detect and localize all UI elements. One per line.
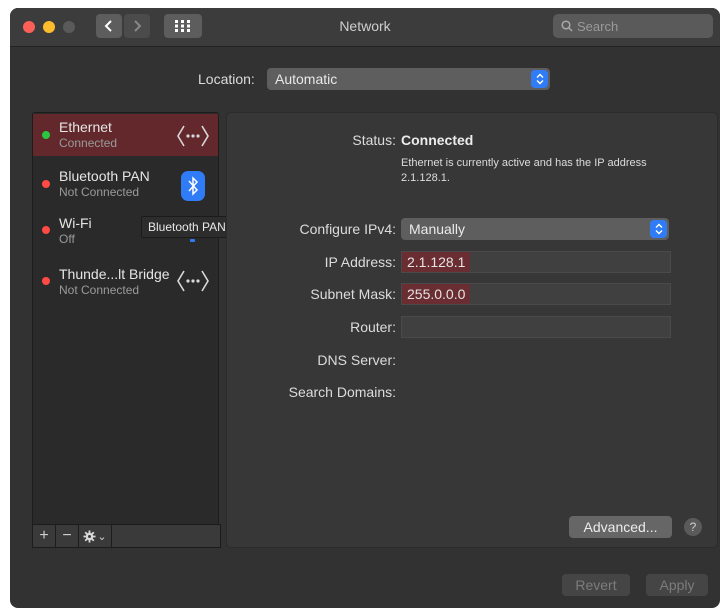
service-item-bluetooth-pan[interactable]: Bluetooth PAN Not Connected [33,163,218,213]
location-select[interactable]: Automatic [267,68,550,90]
minus-icon: − [62,527,72,544]
revert-button[interactable]: Revert [562,574,630,596]
status-dot-not-connected [42,180,50,188]
subnet-mask-value: 255.0.0.0 [402,284,471,304]
location-value: Automatic [275,71,338,87]
bluetooth-icon [181,171,205,201]
service-item-ethernet[interactable]: Ethernet Connected [33,114,218,156]
service-status: Off [59,232,75,246]
status-label: Status: [352,132,396,148]
select-stepper-icon [531,70,548,88]
search-placeholder: Search [577,18,619,34]
help-button[interactable]: ? [684,518,702,536]
search-field[interactable]: Search [553,14,713,38]
add-service-button[interactable]: + [33,525,56,547]
subnet-mask-field[interactable]: 255.0.0.0 [401,283,671,305]
subnet-mask-label: Subnet Mask: [310,286,396,302]
action-menu-button[interactable]: ⌄ [79,525,112,547]
configure-ipv4-value: Manually [409,221,466,237]
remove-service-button[interactable]: − [56,525,79,547]
apply-button[interactable]: Apply [646,574,708,596]
service-item-thunderbolt-bridge[interactable]: Thunde...lt Bridge Not Connected [33,263,218,313]
plus-icon: + [39,527,49,544]
gear-icon [83,529,96,543]
status-dot-not-connected [42,226,50,234]
select-stepper-icon [650,220,667,238]
chevron-down-icon: ⌄ [97,530,107,543]
search-domains-label: Search Domains: [288,384,396,400]
configure-ipv4-label: Configure IPv4: [299,221,397,237]
service-name: Bluetooth PAN [59,168,150,184]
location-label: Location: [198,71,255,87]
search-icon [561,20,573,32]
status-value: Connected [401,132,474,148]
service-status: Not Connected [59,185,140,199]
ip-address-label: IP Address: [324,254,396,270]
service-name: Ethernet [59,119,112,135]
ip-address-field[interactable]: 2.1.128.1 [401,251,671,273]
service-status: Not Connected [59,283,140,297]
service-name: Thunde...lt Bridge [59,266,170,282]
router-label: Router: [350,319,396,335]
service-name: Wi-Fi [59,215,92,231]
configure-ipv4-select[interactable]: Manually [401,218,669,240]
wifi-icon [190,239,195,242]
title-bar: Network Search [10,8,720,47]
router-field[interactable] [401,316,671,338]
status-dot-connected [42,131,50,139]
service-status: Connected [59,136,118,150]
status-description: Ethernet is currently active and has the… [401,157,647,184]
service-list: Ethernet Connected Bluetooth PAN Not Con… [32,112,219,526]
ip-address-value: 2.1.128.1 [402,252,471,272]
status-dot-not-connected [42,277,50,285]
dns-server-label: DNS Server: [317,352,396,368]
advanced-button[interactable]: Advanced... [569,516,672,538]
service-list-toolbar: + − ⌄ [32,524,221,548]
network-preferences-window: Network Search Location: Automatic Ether… [10,8,720,608]
